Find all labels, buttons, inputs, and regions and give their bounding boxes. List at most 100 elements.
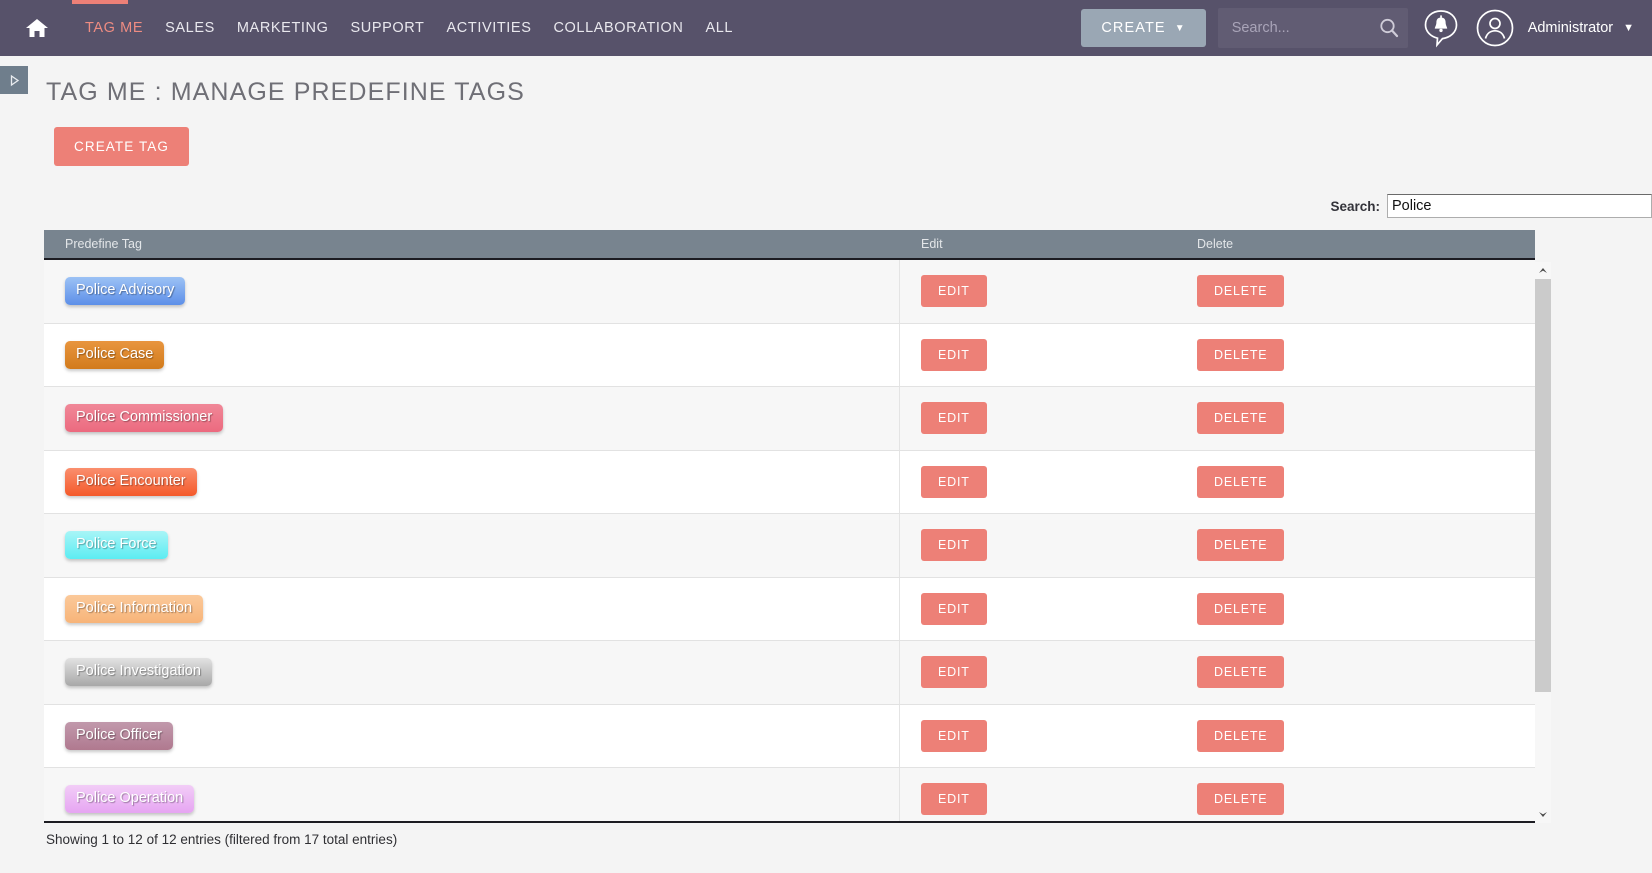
table-vertical-scrollbar[interactable]	[1535, 262, 1551, 823]
table-row: Police Operation EDIT DELETE	[44, 768, 1535, 821]
account-name[interactable]: Administrator	[1528, 20, 1613, 36]
edit-button[interactable]: EDIT	[921, 465, 987, 498]
main-nav-links: TAG ME SALES MARKETING SUPPORT ACTIVITIE…	[74, 14, 744, 42]
cell-predefine-tag: Police Investigation	[44, 641, 900, 704]
table-row: Police Encounter EDIT DELETE	[44, 450, 1535, 514]
delete-button[interactable]: DELETE	[1197, 719, 1285, 752]
edit-button[interactable]: EDIT	[921, 719, 987, 752]
create-button-label: CREATE	[1101, 20, 1166, 36]
edit-button[interactable]: EDIT	[921, 656, 987, 689]
account-chevron-down-icon[interactable]: ▼	[1623, 22, 1634, 34]
table-row: Police Information EDIT DELETE	[44, 577, 1535, 641]
cell-edit: EDIT	[900, 387, 1176, 450]
top-navigation-bar: TAG ME SALES MARKETING SUPPORT ACTIVITIE…	[0, 0, 1652, 56]
delete-button[interactable]: DELETE	[1197, 592, 1285, 625]
cell-predefine-tag: Police Force	[44, 514, 900, 577]
scrollbar-thumb[interactable]	[1535, 279, 1551, 692]
cell-predefine-tag: Police Case	[44, 323, 900, 386]
table-entries-summary: Showing 1 to 12 of 12 entries (filtered …	[46, 832, 398, 847]
table-filter-row: Search:	[44, 194, 1652, 218]
tag-chip[interactable]: Police Advisory	[65, 277, 186, 306]
table-row: Police Advisory EDIT DELETE	[44, 260, 1535, 324]
tag-chip[interactable]: Police Encounter	[65, 467, 197, 496]
create-button[interactable]: CREATE ▼	[1081, 9, 1206, 47]
cell-predefine-tag: Police Officer	[44, 704, 900, 767]
cell-predefine-tag: Police Encounter	[44, 450, 900, 513]
page-title: TAG ME : MANAGE PREDEFINE TAGS	[46, 78, 525, 106]
column-header-predefine-tag[interactable]: Predefine Tag	[44, 237, 900, 251]
nav-right-cluster: CREATE ▼ Search... Administrator ▼	[1081, 7, 1638, 49]
delete-button[interactable]: DELETE	[1197, 656, 1285, 689]
table-search-label: Search:	[1330, 198, 1380, 214]
table-header-row: Predefine Tag Edit Delete	[44, 230, 1535, 260]
delete-button[interactable]: DELETE	[1197, 338, 1285, 371]
table-row: Police Officer EDIT DELETE	[44, 704, 1535, 768]
cell-delete: DELETE	[1176, 641, 1535, 704]
cell-predefine-tag: Police Advisory	[44, 260, 900, 323]
edit-button[interactable]: EDIT	[921, 783, 987, 816]
cell-delete: DELETE	[1176, 768, 1535, 821]
nav-link-collaboration[interactable]: COLLABORATION	[542, 14, 694, 42]
global-search	[1217, 8, 1408, 48]
cell-delete: DELETE	[1176, 514, 1535, 577]
active-tab-accent	[72, 0, 128, 4]
nav-link-activities[interactable]: ACTIVITIES	[436, 14, 543, 42]
delete-button[interactable]: DELETE	[1197, 465, 1285, 498]
nav-link-support[interactable]: SUPPORT	[339, 14, 435, 42]
edit-button[interactable]: EDIT	[921, 529, 987, 562]
delete-button[interactable]: DELETE	[1197, 402, 1285, 435]
home-icon[interactable]	[20, 13, 54, 43]
cell-delete: DELETE	[1176, 260, 1535, 323]
nav-link-sales[interactable]: SALES	[154, 14, 226, 42]
cell-delete: DELETE	[1176, 578, 1535, 641]
cell-delete: DELETE	[1176, 324, 1535, 387]
edit-button[interactable]: EDIT	[921, 275, 987, 308]
user-avatar-icon[interactable]	[1474, 7, 1516, 49]
search-icon[interactable]	[1378, 17, 1400, 39]
delete-button[interactable]: DELETE	[1197, 275, 1285, 308]
cell-edit: EDIT	[900, 451, 1176, 514]
edit-button[interactable]: EDIT	[921, 338, 987, 371]
cell-edit: EDIT	[900, 260, 1176, 323]
table-row: Police Case EDIT DELETE	[44, 323, 1535, 387]
nav-link-marketing[interactable]: MARKETING	[226, 14, 340, 42]
cell-predefine-tag: Police Information	[44, 577, 900, 640]
cell-predefine-tag: Police Operation	[44, 768, 900, 821]
tag-chip[interactable]: Police Officer	[65, 721, 173, 750]
cell-edit: EDIT	[900, 578, 1176, 641]
nav-link-all[interactable]: ALL	[695, 14, 745, 42]
predefine-tags-table: Predefine Tag Edit Delete Police Advisor…	[44, 230, 1551, 847]
tag-chip[interactable]: Police Operation	[65, 785, 195, 814]
scroll-up-icon[interactable]	[1535, 262, 1551, 279]
cell-delete: DELETE	[1176, 705, 1535, 768]
cell-edit: EDIT	[900, 641, 1176, 704]
scroll-down-icon[interactable]	[1535, 806, 1551, 823]
column-header-edit[interactable]: Edit	[900, 237, 1176, 251]
create-tag-button[interactable]: CREATE TAG	[54, 127, 190, 166]
tag-chip[interactable]: Police Force	[65, 531, 168, 560]
table-body: Police Advisory EDIT DELETE Police Case EDIT…	[44, 260, 1535, 823]
tag-chip[interactable]: Police Commissioner	[65, 404, 224, 433]
table-row: Police Commissioner EDIT DELETE	[44, 387, 1535, 451]
chevron-down-icon: ▼	[1174, 22, 1186, 34]
edit-button[interactable]: EDIT	[921, 592, 987, 625]
table-search-input[interactable]	[1387, 194, 1652, 218]
cell-edit: EDIT	[900, 705, 1176, 768]
tag-chip[interactable]: Police Information	[65, 594, 204, 623]
scrollbar-track[interactable]	[1535, 279, 1551, 806]
tag-chip[interactable]: Police Investigation	[65, 658, 212, 687]
cell-delete: DELETE	[1176, 387, 1535, 450]
delete-button[interactable]: DELETE	[1197, 783, 1285, 816]
cell-edit: EDIT	[900, 324, 1176, 387]
table-row: Police Investigation EDIT DELETE	[44, 641, 1535, 705]
edit-button[interactable]: EDIT	[921, 402, 987, 435]
delete-button[interactable]: DELETE	[1197, 529, 1285, 562]
tag-chip[interactable]: Police Case	[65, 340, 165, 369]
notification-bell-icon[interactable]	[1420, 7, 1462, 49]
cell-edit: EDIT	[900, 514, 1176, 577]
column-header-delete[interactable]: Delete	[1176, 237, 1535, 251]
nav-link-tag-me[interactable]: TAG ME	[74, 14, 154, 42]
cell-edit: EDIT	[900, 768, 1176, 821]
cell-predefine-tag: Police Commissioner	[44, 387, 900, 450]
table-row: Police Force EDIT DELETE	[44, 514, 1535, 578]
